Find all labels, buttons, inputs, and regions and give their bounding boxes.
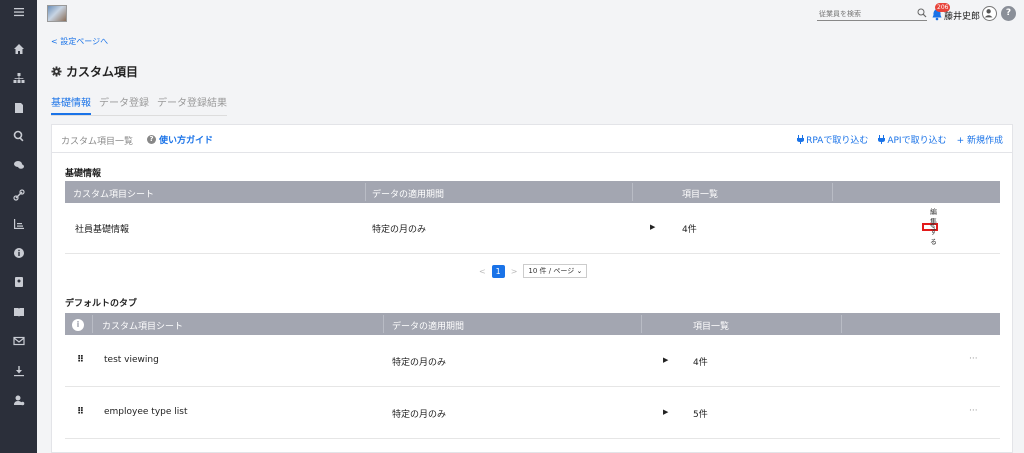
page-title-text: カスタム項目 [66,65,139,79]
plug-icon [797,135,805,144]
avatar[interactable] [982,6,997,21]
col-items: 項目一覧 [682,190,719,200]
page-number[interactable]: 1 [491,264,505,278]
help-icon[interactable]: ? [1001,6,1016,21]
item-count: 4件 [682,225,697,235]
table-header: カスタム項目シート データの適用期間 項目一覧 [65,181,1000,203]
caret-right-icon[interactable]: ▶ [650,223,655,231]
employee-search-input[interactable] [817,8,927,21]
tab-basic-info[interactable]: 基礎情報 [51,94,91,115]
col-period: データの適用期間 [392,322,465,332]
period: 特定の月のみ [372,225,427,235]
tab-registration-results[interactable]: データ登録結果 [157,94,227,115]
org-chart-icon[interactable] [0,68,37,88]
topbar: 206 藤井史郎 ? [37,0,1024,28]
question-icon: ? [147,135,156,144]
page-size-select[interactable]: 10 件 / ページ ⌄ [523,264,588,278]
chevron-down-icon: ⌄ [576,267,583,275]
drag-handle-icon[interactable]: ⠿ [77,355,84,365]
home-icon[interactable] [0,39,37,59]
basic-info-table: カスタム項目シート データの適用期間 項目一覧 社員基礎情報 特定の月のみ ▶ … [65,181,1000,254]
table-header: i カスタム項目シート データの適用期間 項目一覧 [65,313,1000,335]
period: 特定の月のみ [392,410,447,420]
tabs: 基礎情報 データ登録 データ登録結果 [51,94,227,116]
caret-right-icon[interactable]: ▶ [663,356,668,364]
sheet-name: test viewing [104,355,159,365]
prev-page-icon[interactable]: < [479,267,486,276]
table-row[interactable]: ⠿ employee type list 特定の月のみ ▶ 5件 ··· [65,387,1000,439]
import-api-button[interactable]: APIで取り込む [878,133,947,146]
back-to-settings-link[interactable]: < 設定ページへ [51,36,108,47]
document-icon[interactable] [0,98,37,118]
basic-info-section-title: 基礎情報 [65,169,102,179]
page-size-value: 10 件 / ページ [528,267,575,275]
search-icon[interactable] [917,8,927,18]
user-name[interactable]: 藤井史郎 [944,9,980,22]
sheet-name: 社員基礎情報 [75,225,130,235]
col-period: データの適用期間 [372,190,445,200]
col-items: 項目一覧 [693,322,730,332]
page-title: カスタム項目 [51,63,138,80]
more-options-icon[interactable]: ··· [969,354,978,364]
menu-icon[interactable] [0,2,37,22]
gear-icon [51,66,62,77]
sheet-name: employee type list [104,407,188,417]
mail-icon[interactable] [0,331,37,351]
col-sheet: カスタム項目シート [73,190,155,200]
drag-handle-icon[interactable]: ⠿ [77,407,84,417]
default-tab-table: i カスタム項目シート データの適用期間 項目一覧 ⠿ test viewing… [65,313,1000,439]
link-icon[interactable] [0,185,37,205]
item-count: 4件 [693,358,708,368]
import-rpa-button[interactable]: RPAで取り込む [797,133,868,146]
card-header: カスタム項目一覧 ? 使い方ガイド RPAで取り込む APIで取り込む + 新規… [52,125,1012,153]
info-circle-icon[interactable] [0,243,37,263]
edit-label: 編集する [930,208,937,246]
table-row[interactable]: 社員基礎情報 特定の月のみ ▶ 4件 ✎ 編集する [65,203,1000,254]
import-rpa-label: RPAで取り込む [806,136,869,146]
table-row[interactable]: ⠿ test viewing 特定の月のみ ▶ 4件 ··· [65,335,1000,387]
chat-icon[interactable] [0,155,37,175]
tab-data-registration[interactable]: データ登録 [99,94,149,115]
col-sheet: カスタム項目シート [102,322,184,332]
user-icon [984,9,993,18]
period: 特定の月のみ [392,358,447,368]
item-count: 5件 [693,410,708,420]
plug-icon [878,135,886,144]
default-tab-section-title: デフォルトのタブ [65,299,138,309]
info-icon[interactable]: i [72,319,84,331]
pagination: < 1 > 10 件 / ページ ⌄ [479,264,588,278]
usage-guide-link[interactable]: ? 使い方ガイド [147,133,213,146]
custom-items-card: カスタム項目一覧 ? 使い方ガイド RPAで取り込む APIで取り込む + 新規… [51,124,1013,453]
edit-button[interactable]: ✎ 編集する [922,208,938,246]
contact-card-icon[interactable] [0,272,37,292]
caret-right-icon[interactable]: ▶ [663,408,668,416]
import-api-label: APIで取り込む [887,136,947,146]
book-icon[interactable] [0,302,37,322]
search-icon[interactable] [0,126,37,146]
next-page-icon[interactable]: > [511,267,518,276]
header-actions: RPAで取り込む APIで取り込む + 新規作成 [797,133,1003,146]
usage-guide-label: 使い方ガイド [159,136,214,146]
breadcrumb[interactable]: カスタム項目一覧 [61,134,133,147]
sidebar [0,0,37,453]
download-icon[interactable] [0,361,37,381]
user-settings-icon[interactable] [0,390,37,410]
company-logo[interactable] [47,5,67,22]
chart-icon[interactable] [0,214,37,234]
create-new-button[interactable]: + 新規作成 [957,133,1003,146]
more-options-icon[interactable]: ··· [969,406,978,416]
